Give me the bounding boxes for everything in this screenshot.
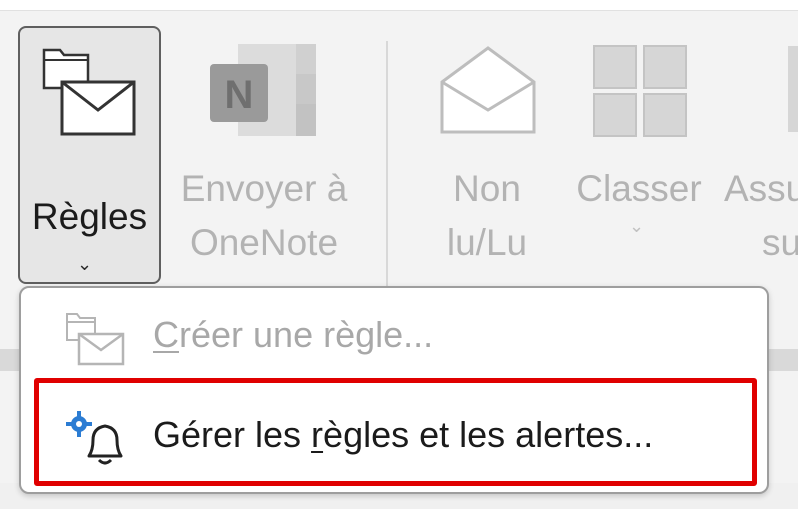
svg-text:N: N <box>225 73 254 117</box>
unread-label-line2: lu/Lu <box>446 222 528 263</box>
onenote-label-line2: OneNote <box>189 222 339 263</box>
onenote-label-line1: Envoyer à <box>180 168 348 209</box>
send-to-onenote-button[interactable]: N Envoyer à OneNote <box>166 26 362 284</box>
menu-item-create-rule[interactable]: Créer une règle... <box>21 288 767 380</box>
window-top-edge <box>0 0 798 11</box>
rules-button-label: Règles <box>31 196 148 237</box>
categorize-button[interactable]: Classer ⌄ <box>572 26 706 284</box>
rules-button[interactable]: Règles ⌄ <box>18 26 161 284</box>
envelope-open-icon <box>438 42 538 143</box>
group-separator <box>386 41 388 296</box>
rules-icon <box>40 42 140 147</box>
onenote-icon: N <box>208 40 320 145</box>
categories-icon <box>590 42 690 143</box>
chevron-down-icon: ⌄ <box>77 254 93 274</box>
followup-label-line2: su <box>762 222 798 263</box>
followup-button[interactable]: Assu su <box>724 26 798 284</box>
chevron-down-icon: ⌄ <box>629 216 645 236</box>
flag-icon <box>784 42 798 143</box>
create-rule-icon <box>65 310 127 373</box>
followup-label-line1: Assu <box>724 168 798 209</box>
unread-read-button[interactable]: Non lu/Lu <box>420 26 554 284</box>
rules-dropdown-menu: Créer une règle... Gérer les règles et l… <box>19 286 769 494</box>
unread-label-line1: Non <box>453 168 521 209</box>
menu-item-create-rule-label: Créer une règle... <box>153 314 434 355</box>
categorize-label: Classer <box>576 168 702 209</box>
highlight-box <box>34 378 757 486</box>
